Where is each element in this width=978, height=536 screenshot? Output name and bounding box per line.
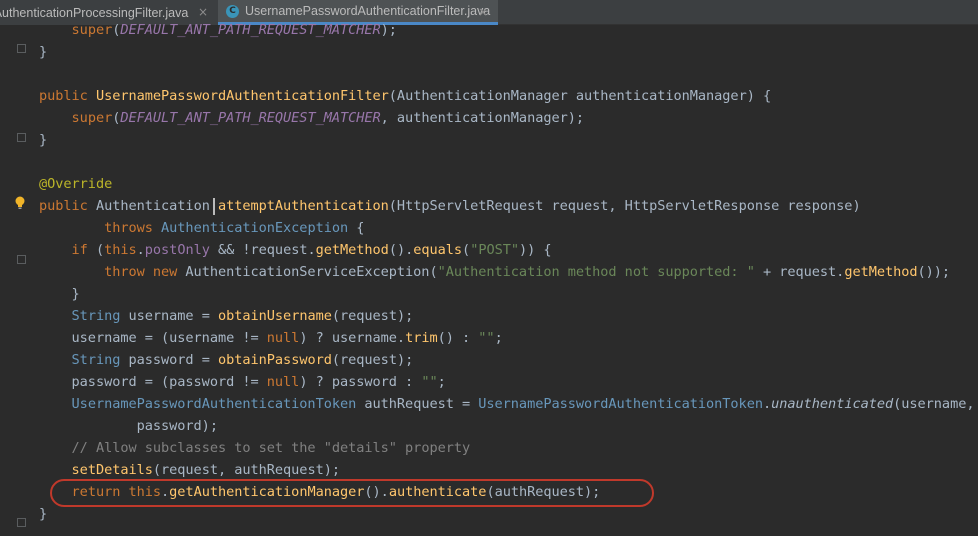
fold-marker-icon[interactable]	[17, 518, 26, 527]
code-line[interactable]: if (this.postOnly && !request.getMethod(…	[39, 239, 552, 261]
code-line[interactable]: password = (password != null) ? password…	[39, 371, 446, 393]
code-line[interactable]: String password = obtainPassword(request…	[39, 349, 414, 371]
code-line[interactable]: // Allow subclasses to set the "details"…	[39, 437, 471, 459]
tab-label: UsernamePasswordAuthenticationFilter.jav…	[245, 4, 491, 18]
text-caret	[213, 198, 215, 215]
close-icon[interactable]: ×	[476, 5, 490, 19]
fold-marker-icon[interactable]	[17, 255, 26, 264]
java-class-icon: C	[226, 4, 239, 18]
code-line[interactable]: super(DEFAULT_ANT_PATH_REQUEST_MATCHER, …	[39, 107, 585, 129]
lightbulb-icon[interactable]	[14, 196, 26, 210]
code-line[interactable]: throw new AuthenticationServiceException…	[39, 261, 950, 283]
code-editor[interactable]: super(DEFAULT_ANT_PATH_REQUEST_MATCHER);…	[0, 22, 978, 536]
code-line[interactable]: public Authentication attemptAuthenticat…	[39, 195, 861, 217]
tab-label: ctAuthenticationProcessingFilter.java	[0, 5, 189, 20]
editor-gutter[interactable]	[0, 25, 30, 536]
fold-marker-icon[interactable]	[17, 44, 26, 53]
code-line[interactable]: super(DEFAULT_ANT_PATH_REQUEST_MATCHER);	[39, 19, 397, 41]
code-line[interactable]: throws AuthenticationException {	[39, 217, 364, 239]
code-line[interactable]: }	[39, 503, 47, 525]
fold-marker-icon[interactable]	[17, 133, 26, 142]
code-line[interactable]: UsernamePasswordAuthenticationToken auth…	[39, 393, 975, 415]
code-line[interactable]: public UsernamePasswordAuthenticationFil…	[39, 85, 771, 107]
code-line[interactable]: @Override	[39, 173, 112, 195]
code-line[interactable]: String username = obtainUsername(request…	[39, 305, 414, 327]
code-line[interactable]: }	[39, 283, 80, 305]
highlight-annotation	[50, 479, 654, 507]
code-line[interactable]: }	[39, 41, 47, 63]
code-line[interactable]: username = (username != null) ? username…	[39, 327, 503, 349]
code-line[interactable]: password);	[39, 415, 218, 437]
code-line[interactable]: setDetails(request, authRequest);	[39, 459, 340, 481]
code-line[interactable]: }	[39, 129, 47, 151]
close-icon[interactable]: ×	[196, 5, 210, 19]
line-text: super(DEFAULT_ANT_PATH_REQUEST_MATCHER);	[71, 22, 397, 38]
